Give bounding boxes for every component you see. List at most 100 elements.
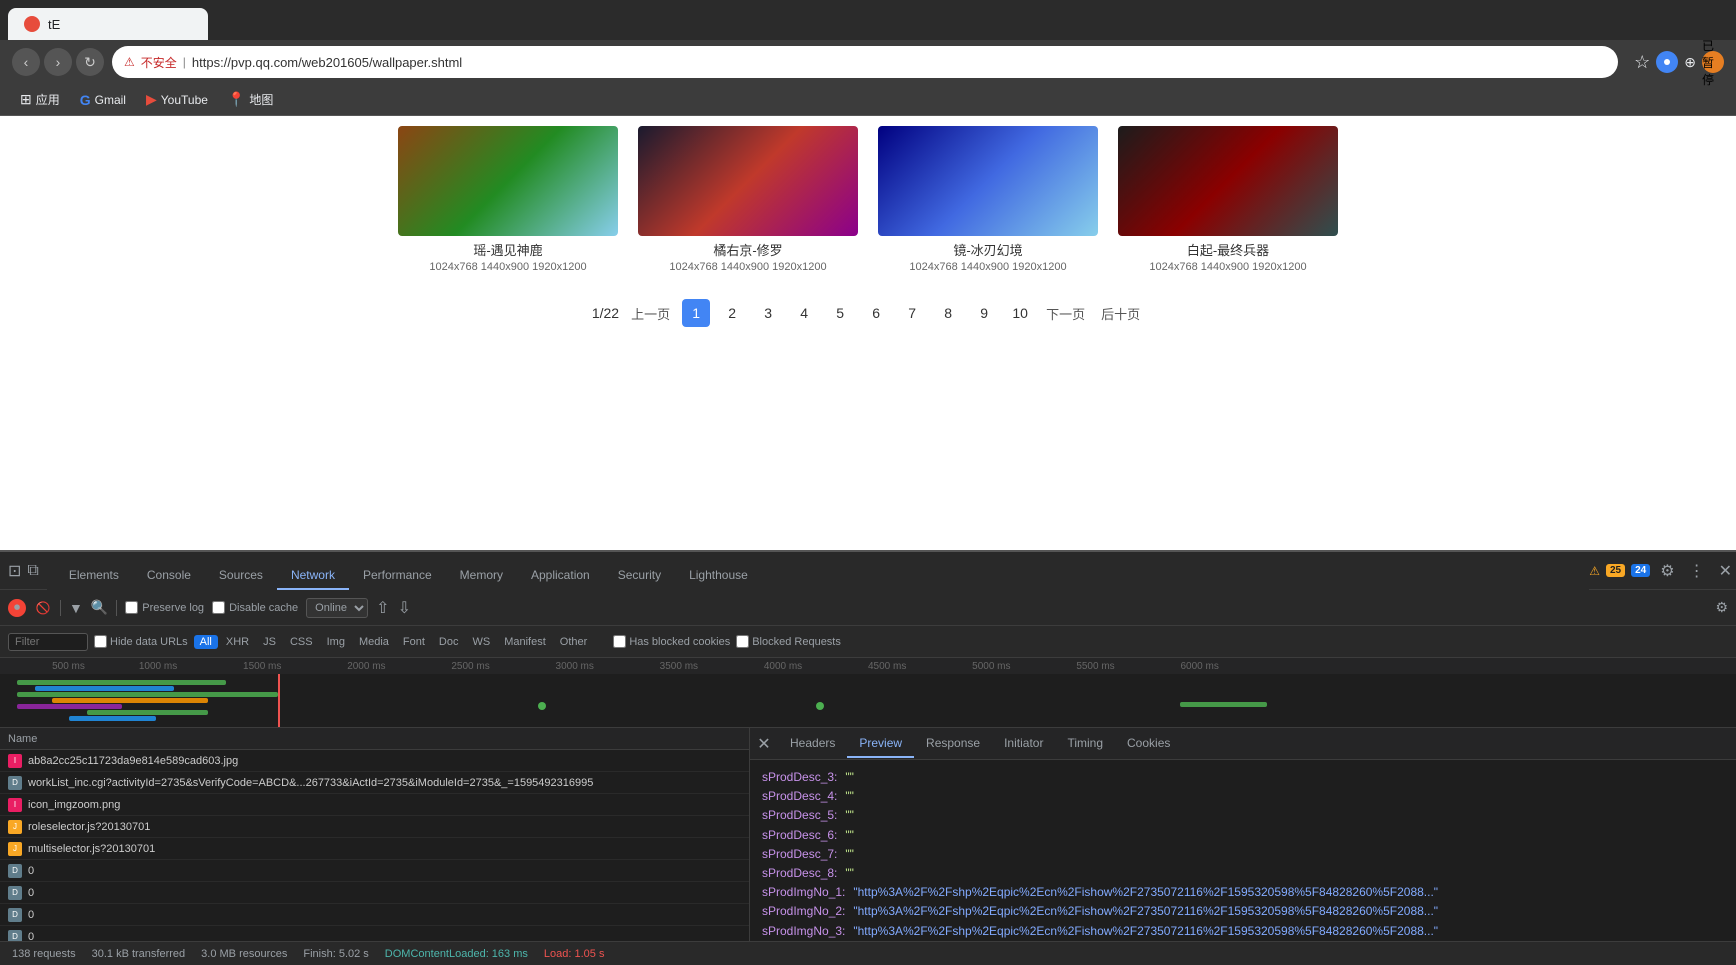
settings-gear-icon[interactable]: ⚙ bbox=[1715, 599, 1728, 615]
filter-ws[interactable]: WS bbox=[466, 635, 496, 649]
detail-tab-response[interactable]: Response bbox=[914, 730, 992, 758]
details-close-button[interactable]: ✕ bbox=[750, 730, 778, 758]
devtools-element-picker[interactable]: ⊡ bbox=[8, 561, 21, 581]
bookmark-maps[interactable]: 📍 地图 bbox=[220, 89, 281, 110]
page-2[interactable]: 2 bbox=[718, 299, 746, 327]
filter-img[interactable]: Img bbox=[321, 635, 351, 649]
row-name-5: multiselector.js?20130701 bbox=[28, 843, 728, 855]
filter-font[interactable]: Font bbox=[397, 635, 431, 649]
filter-js[interactable]: JS bbox=[257, 635, 282, 649]
pagination: 1/22 上一页 1 2 3 4 5 6 7 8 9 10 下一页 后十页 bbox=[0, 283, 1736, 343]
more-options-icon[interactable]: ⋮ bbox=[1685, 561, 1709, 581]
tab-sources[interactable]: Sources bbox=[205, 562, 277, 590]
network-row-7[interactable]: D 0 bbox=[0, 882, 749, 904]
disable-cache-checkbox[interactable] bbox=[212, 601, 225, 614]
row-icon-9: D bbox=[8, 930, 22, 942]
page-5[interactable]: 5 bbox=[826, 299, 854, 327]
filter-doc[interactable]: Doc bbox=[433, 635, 465, 649]
wallpaper-item-1[interactable]: 瑶-遇见神鹿 1024x768 1440x900 1920x1200 bbox=[398, 126, 618, 273]
back-button[interactable]: ‹ bbox=[12, 48, 40, 76]
forward-button[interactable]: › bbox=[44, 48, 72, 76]
tab-lighthouse[interactable]: Lighthouse bbox=[675, 562, 762, 590]
bookmark-youtube[interactable]: ▶ YouTube bbox=[138, 89, 216, 110]
detail-tab-initiator[interactable]: Initiator bbox=[992, 730, 1055, 758]
extension-icon[interactable]: ⊕ bbox=[1684, 54, 1696, 71]
filter-xhr[interactable]: XHR bbox=[220, 635, 255, 649]
tab-memory[interactable]: Memory bbox=[446, 562, 517, 590]
record-button[interactable]: ⏺ bbox=[8, 599, 26, 617]
tab-application[interactable]: Application bbox=[517, 562, 604, 590]
page-10[interactable]: 10 bbox=[1006, 299, 1034, 327]
tab-security[interactable]: Security bbox=[604, 562, 675, 590]
wallpaper-item-4[interactable]: 白起-最终兵器 1024x768 1440x900 1920x1200 bbox=[1118, 126, 1338, 273]
tab-title: tE bbox=[48, 17, 60, 32]
devtools-device-toggle[interactable]: ⧉ bbox=[27, 562, 38, 580]
timeline-area: 500 ms 1000 ms 1500 ms 2000 ms 2500 ms 3… bbox=[0, 658, 1736, 728]
ctrl-separator-2 bbox=[116, 600, 117, 616]
filter-type-buttons: All XHR JS CSS Img Media Font Doc WS Man… bbox=[194, 635, 594, 649]
has-blocked-cookies-checkbox[interactable] bbox=[613, 635, 626, 648]
network-row-9[interactable]: D 0 bbox=[0, 926, 749, 941]
page-1[interactable]: 1 bbox=[682, 299, 710, 327]
url-bar[interactable]: ⚠ 不安全 | https://pvp.qq.com/web201605/wal… bbox=[112, 46, 1618, 78]
filter-all[interactable]: All bbox=[194, 635, 218, 649]
detail-tab-headers[interactable]: Headers bbox=[778, 730, 847, 758]
download-icon[interactable]: ⇩ bbox=[398, 598, 411, 618]
network-row-3[interactable]: I icon_imgzoom.png bbox=[0, 794, 749, 816]
chrome-icon[interactable] bbox=[1656, 51, 1678, 73]
page-8[interactable]: 8 bbox=[934, 299, 962, 327]
filter-css[interactable]: CSS bbox=[284, 635, 319, 649]
browser-tab[interactable]: tE bbox=[8, 8, 208, 40]
close-devtools-icon[interactable]: ✕ bbox=[1715, 561, 1736, 581]
page-9[interactable]: 9 bbox=[970, 299, 998, 327]
star-icon[interactable]: ☆ bbox=[1634, 52, 1650, 73]
detail-tab-cookies[interactable]: Cookies bbox=[1115, 730, 1182, 758]
filter-input[interactable] bbox=[8, 633, 88, 651]
network-row-2[interactable]: D workList_inc.cgi?activityId=2735&sVeri… bbox=[0, 772, 749, 794]
network-rows: I ab8a2cc25c11723da9e814e589cad603.jpg D… bbox=[0, 750, 749, 941]
details-panel: ✕ Headers Preview Response Initiator Tim… bbox=[750, 728, 1736, 941]
page-next[interactable]: 下一页 bbox=[1042, 304, 1089, 323]
reload-button[interactable]: ↻ bbox=[76, 48, 104, 76]
detail-tab-timing[interactable]: Timing bbox=[1055, 730, 1115, 758]
network-row-8[interactable]: D 0 bbox=[0, 904, 749, 926]
wallpaper-item-2[interactable]: 橘右京-修罗 1024x768 1440x900 1920x1200 bbox=[638, 126, 858, 273]
tab-elements[interactable]: Elements bbox=[55, 562, 133, 590]
throttle-select[interactable]: Online bbox=[306, 598, 368, 618]
blocked-requests-checkbox[interactable] bbox=[736, 635, 749, 648]
preserve-log-checkbox[interactable] bbox=[125, 601, 138, 614]
page-6[interactable]: 6 bbox=[862, 299, 890, 327]
row-name-8: 0 bbox=[28, 909, 728, 921]
upload-icon[interactable]: ⇧ bbox=[376, 598, 389, 618]
page-last-ten[interactable]: 后十页 bbox=[1097, 304, 1144, 323]
browser-right-icons: ☆ ⊕ 已暂停 bbox=[1634, 51, 1724, 73]
tab-performance[interactable]: Performance bbox=[349, 562, 446, 590]
network-row-6[interactable]: D 0 bbox=[0, 860, 749, 882]
page-prev[interactable]: 上一页 bbox=[627, 304, 674, 323]
page-content: 瑶-遇见神鹿 1024x768 1440x900 1920x1200 橘右京-修… bbox=[0, 116, 1736, 550]
filter-icon[interactable]: ▼ bbox=[69, 600, 83, 616]
page-3[interactable]: 3 bbox=[754, 299, 782, 327]
page-7[interactable]: 7 bbox=[898, 299, 926, 327]
network-row-5[interactable]: J multiselector.js?20130701 bbox=[0, 838, 749, 860]
tab-network[interactable]: Network bbox=[277, 562, 349, 590]
filter-manifest[interactable]: Manifest bbox=[498, 635, 552, 649]
hide-data-urls-checkbox[interactable] bbox=[94, 635, 107, 648]
bookmark-gmail[interactable]: G Gmail bbox=[72, 90, 134, 110]
detail-tab-preview[interactable]: Preview bbox=[847, 730, 914, 758]
bookmark-apps[interactable]: ⊞ 应用 bbox=[12, 89, 68, 110]
search-icon[interactable]: 🔍 bbox=[91, 599, 108, 616]
page-4[interactable]: 4 bbox=[790, 299, 818, 327]
filter-media[interactable]: Media bbox=[353, 635, 395, 649]
settings-icon[interactable]: ⚙ bbox=[1656, 561, 1678, 581]
ruler-6000: 6000 ms bbox=[1180, 661, 1218, 672]
json-val-3: "" bbox=[845, 806, 854, 825]
network-row-1[interactable]: I ab8a2cc25c11723da9e814e589cad603.jpg bbox=[0, 750, 749, 772]
clear-button[interactable]: 🚫 bbox=[34, 599, 52, 617]
filter-other[interactable]: Other bbox=[554, 635, 594, 649]
network-row-4[interactable]: J roleselector.js?20130701 bbox=[0, 816, 749, 838]
wallpaper-item-3[interactable]: 镜-冰刃幻境 1024x768 1440x900 1920x1200 bbox=[878, 126, 1098, 273]
ruler-4000: 4000 ms bbox=[764, 661, 802, 672]
tab-console[interactable]: Console bbox=[133, 562, 205, 590]
user-avatar[interactable]: 已暂停 bbox=[1702, 51, 1724, 73]
